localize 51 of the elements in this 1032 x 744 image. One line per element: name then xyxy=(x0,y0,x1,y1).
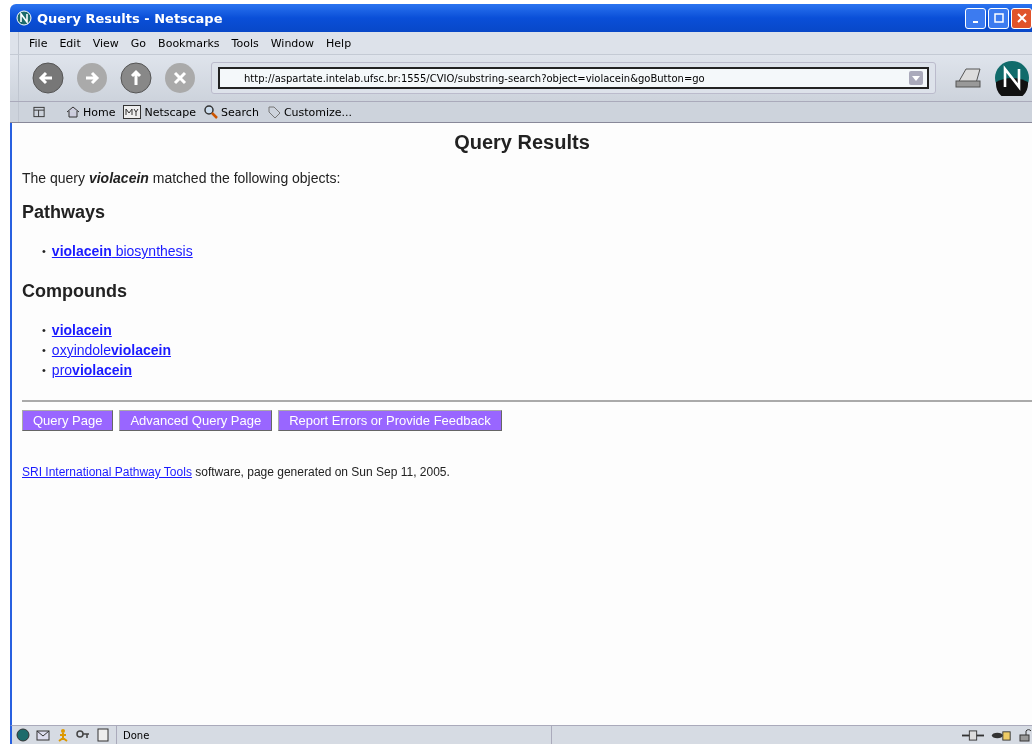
toolbar-link[interactable]: Search xyxy=(200,105,263,119)
menu-item[interactable]: Edit xyxy=(53,36,87,50)
menu-item[interactable]: Tools xyxy=(225,36,265,50)
status-text: Done xyxy=(116,726,150,744)
close-icon xyxy=(1016,13,1027,23)
tab-icon[interactable] xyxy=(33,106,46,118)
padlock-icon[interactable] xyxy=(1018,728,1032,742)
house-icon xyxy=(66,105,80,119)
netscape-logo-icon xyxy=(16,10,32,26)
toolbar-link[interactable]: Customize... xyxy=(262,105,357,119)
bullet: • xyxy=(42,323,46,338)
tag-icon xyxy=(266,105,281,119)
menu-item[interactable]: Window xyxy=(264,36,321,50)
bullet: • xyxy=(42,343,46,358)
netscape-logo-icon[interactable] xyxy=(994,60,1030,96)
maximize-icon xyxy=(993,13,1004,23)
notebook-icon[interactable] xyxy=(96,728,110,742)
menu-item[interactable]: View xyxy=(86,36,125,50)
page-button[interactable]: Advanced Query Page xyxy=(119,410,273,431)
netscape-logo-icon[interactable] xyxy=(16,728,30,742)
result-link[interactable]: oxyindoleviolacein xyxy=(51,340,171,360)
bullet: • xyxy=(42,244,46,259)
mail-icon[interactable] xyxy=(36,728,50,742)
menu-item[interactable]: File xyxy=(23,36,54,50)
menu-item[interactable]: Go xyxy=(124,36,153,50)
bullet: • xyxy=(42,363,46,378)
page-button[interactable]: Report Errors or Provide Feedback xyxy=(278,410,502,431)
minimize-icon xyxy=(973,20,978,23)
section-heading: Compounds xyxy=(22,281,128,302)
page-heading: Query Results xyxy=(453,131,591,154)
menu-item[interactable]: Bookmarks xyxy=(152,36,226,50)
maximize-button[interactable] xyxy=(988,7,1009,29)
intro-text: The query violacein matched the following objects: xyxy=(22,170,342,186)
toolbar-link[interactable]: Netscape xyxy=(119,105,201,119)
connection-icon[interactable] xyxy=(962,728,984,742)
footer-link[interactable]: SRI International Pathway Tools xyxy=(22,465,192,479)
menu-item[interactable]: Help xyxy=(320,36,358,50)
result-link[interactable]: violacein xyxy=(51,320,112,340)
section-heading: Pathways xyxy=(22,202,107,223)
result-link[interactable]: violacein biosynthesis xyxy=(51,241,193,261)
footer-text: software, page generated on Sun Sep 11, 2005. xyxy=(195,465,450,479)
minimize-button[interactable] xyxy=(965,7,986,29)
address-field[interactable]: http://aspartate.intelab.ufsc.br:1555/CVIO/substring-search?object=violacein&goButton=go xyxy=(218,67,929,89)
result-link[interactable]: proviolacein xyxy=(51,360,132,380)
back-button[interactable] xyxy=(29,61,67,95)
toolbar-link[interactable]: Home xyxy=(62,105,120,119)
close-button[interactable] xyxy=(1011,7,1032,29)
page-button[interactable]: Query Page xyxy=(22,410,114,431)
window-title: Query Results - Netscape xyxy=(37,10,224,26)
reload-button[interactable] xyxy=(117,61,155,95)
search-icon xyxy=(204,105,219,119)
